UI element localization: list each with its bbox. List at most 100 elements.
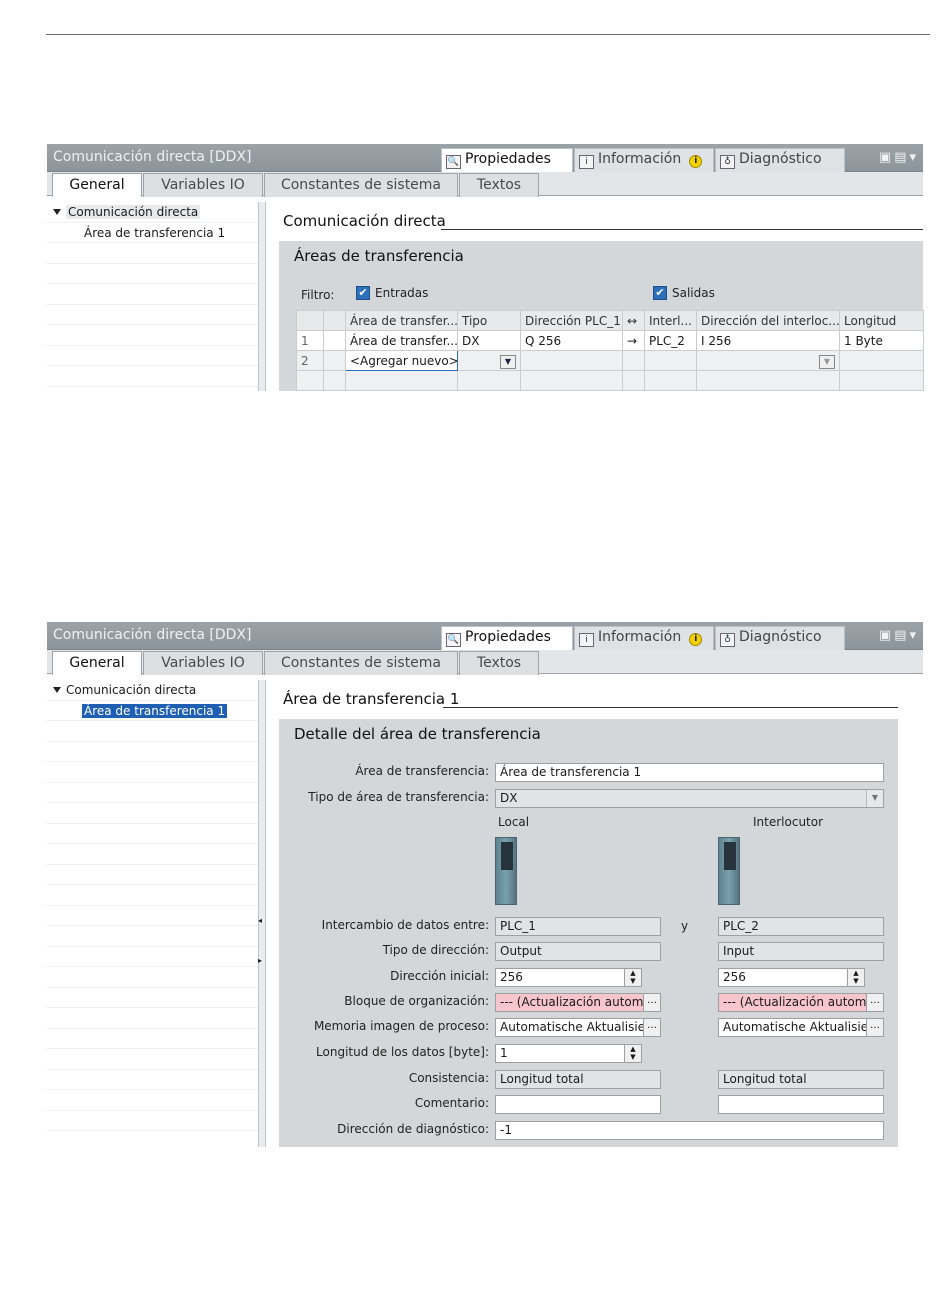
browse-button[interactable]: … — [643, 1019, 660, 1036]
table-cell[interactable] — [622, 350, 645, 371]
start-addr-label: Dirección inicial: — [390, 969, 489, 983]
nav-splitter[interactable]: ◂ ▸ — [258, 680, 266, 1147]
header-cell[interactable]: Tipo — [457, 310, 521, 331]
tree-empty-row — [47, 844, 259, 865]
table-cell[interactable]: Área de transfer... — [345, 330, 458, 351]
table-cell — [520, 370, 623, 391]
tree-item-direct-comm[interactable]: Comunicación directa — [47, 680, 259, 701]
tab-properties-label: Propiedades — [465, 151, 551, 167]
tab-texts[interactable]: Textos — [459, 651, 539, 675]
addr-type-local-field: Output — [495, 942, 661, 961]
table-row — [296, 370, 924, 391]
tab-system-constants[interactable]: Constantes de sistema — [264, 173, 458, 197]
transfer-area-detail-group: Detalle del área de transferencia Área d… — [279, 719, 898, 1147]
tree-empty-row — [47, 824, 259, 844]
spinner-icon[interactable]: ▲ ▼ — [624, 969, 641, 986]
tree-empty-row — [47, 366, 259, 387]
tab-info[interactable]: i Información i — [574, 626, 714, 650]
ob-partner-field[interactable]: --- (Actualización automá… — [718, 993, 884, 1012]
window-controls-icon[interactable]: ▣▤▾ — [879, 628, 919, 643]
transfer-area-name-input[interactable]: Área de transferencia 1 — [495, 763, 884, 782]
tree-empty-row — [47, 243, 259, 264]
table-cell[interactable] — [644, 350, 697, 371]
tab-texts[interactable]: Textos — [459, 173, 539, 197]
comment-partner-input[interactable] — [718, 1095, 884, 1114]
dropdown-arrow-icon[interactable]: ▼ — [500, 354, 516, 369]
tab-properties[interactable]: 🔍 Propiedades — [441, 626, 573, 650]
comment-local-input[interactable] — [495, 1095, 661, 1114]
header-cell[interactable]: Área de transfer... — [345, 310, 458, 331]
tab-system-constants[interactable]: Constantes de sistema — [264, 651, 458, 675]
browse-button[interactable]: … — [643, 994, 660, 1011]
header-cell[interactable]: Interl... — [644, 310, 697, 331]
section-rule — [443, 707, 898, 708]
tab-io-variables[interactable]: Variables IO — [143, 173, 263, 197]
window-title: Comunicación directa [DDX] — [53, 149, 252, 165]
expand-right-icon[interactable]: ▸ — [258, 956, 262, 965]
tab-diagnostics[interactable]: ♁ Diagnóstico — [715, 626, 845, 650]
group-title: Detalle del área de transferencia — [294, 725, 541, 743]
filter-outputs-checkbox[interactable]: ✔ — [653, 286, 667, 300]
table-cell[interactable] — [839, 350, 924, 371]
tab-properties[interactable]: 🔍 Propiedades — [441, 148, 573, 172]
tree-item-transfer-area[interactable]: Área de transferencia 1 — [47, 701, 259, 721]
tree-item-label: Comunicación directa — [66, 683, 197, 697]
type-dropdown[interactable]: ▼ — [457, 350, 521, 371]
start-addr-local-input[interactable]: 256 ▲ ▼ — [495, 968, 642, 987]
expand-triangle-icon[interactable] — [53, 209, 61, 215]
length-label: Longitud de los datos [byte]: — [316, 1045, 489, 1059]
diagnostic-address-input[interactable]: -1 — [495, 1121, 884, 1140]
tree-empty-row — [47, 783, 259, 803]
dropdown-arrow-icon[interactable]: ▼ — [866, 790, 883, 807]
spinner-icon[interactable]: ▲ ▼ — [624, 1045, 641, 1062]
header-cell[interactable]: Dirección PLC_1 — [520, 310, 623, 331]
table-cell[interactable]: Q 256 — [520, 330, 623, 351]
dropdown-arrow-icon[interactable]: ▼ — [819, 354, 835, 369]
tab-general[interactable]: General — [52, 173, 142, 197]
window-title: Comunicación directa [DDX] — [53, 627, 252, 643]
page-top-rule — [46, 34, 930, 35]
filter-inputs-checkbox[interactable]: ✔ — [356, 286, 370, 300]
data-length-input[interactable]: 1 ▲ ▼ — [495, 1044, 642, 1063]
table-cell[interactable]: I 256 — [696, 330, 840, 351]
pip-local-field[interactable]: Automatische Aktualisieru… — [495, 1018, 661, 1037]
table-cell[interactable]: 1 Byte — [839, 330, 924, 351]
tree-item-direct-comm[interactable]: Comunicación directa — [47, 202, 259, 223]
table-cell — [296, 370, 324, 391]
browse-button[interactable]: … — [866, 1019, 883, 1036]
and-label: y — [681, 919, 689, 933]
ob-local-field[interactable]: --- (Actualización automá… — [495, 993, 661, 1012]
window-controls-icon[interactable]: ▣▤▾ — [879, 150, 919, 165]
table-cell[interactable] — [520, 350, 623, 371]
tab-diagnostics[interactable]: ♁ Diagnóstico — [715, 148, 845, 172]
spinner-icon[interactable]: ▲ ▼ — [847, 969, 864, 986]
expand-triangle-icon[interactable] — [53, 687, 61, 693]
table-cell[interactable]: DX — [457, 330, 521, 351]
table-cell[interactable]: PLC_2 — [644, 330, 697, 351]
browse-button[interactable]: … — [866, 994, 883, 1011]
tree-item-transfer-area[interactable]: Área de transferencia 1 — [47, 223, 259, 243]
table-row[interactable]: 1 Área de transfer... DX Q 256 → PLC_2 I… — [296, 330, 924, 351]
filter-inputs-label: Entradas — [375, 286, 429, 300]
pip-partner-field[interactable]: Automatische Aktualisieru… — [718, 1018, 884, 1037]
nav-splitter[interactable] — [258, 202, 266, 391]
address-dropdown[interactable]: ▼ — [696, 350, 840, 371]
header-cell[interactable]: ↔ — [622, 310, 645, 331]
tree-empty-row — [47, 803, 259, 824]
table-cell — [696, 370, 840, 391]
start-addr-partner-input[interactable]: 256 ▲ ▼ — [718, 968, 865, 987]
tree-empty-row — [47, 264, 259, 284]
tab-info[interactable]: i Información i — [574, 148, 714, 172]
header-cell[interactable]: Dirección del interloc... — [696, 310, 840, 331]
direction-arrow-icon[interactable]: → — [622, 330, 645, 351]
add-new-cell[interactable]: <Agregar nuevo> — [345, 350, 458, 371]
collapse-left-icon[interactable]: ◂ — [258, 916, 262, 925]
partner-label: Interlocutor — [753, 815, 824, 829]
tab-info-label: Información — [598, 151, 682, 167]
tree-empty-row — [47, 988, 259, 1008]
table-row[interactable]: 2 <Agregar nuevo> ▼ ▼ — [296, 350, 924, 371]
tab-general[interactable]: General — [52, 651, 142, 675]
transfer-area-type-select[interactable]: DX ▼ — [495, 789, 884, 808]
tab-io-variables[interactable]: Variables IO — [143, 651, 263, 675]
header-cell[interactable]: Longitud — [839, 310, 924, 331]
